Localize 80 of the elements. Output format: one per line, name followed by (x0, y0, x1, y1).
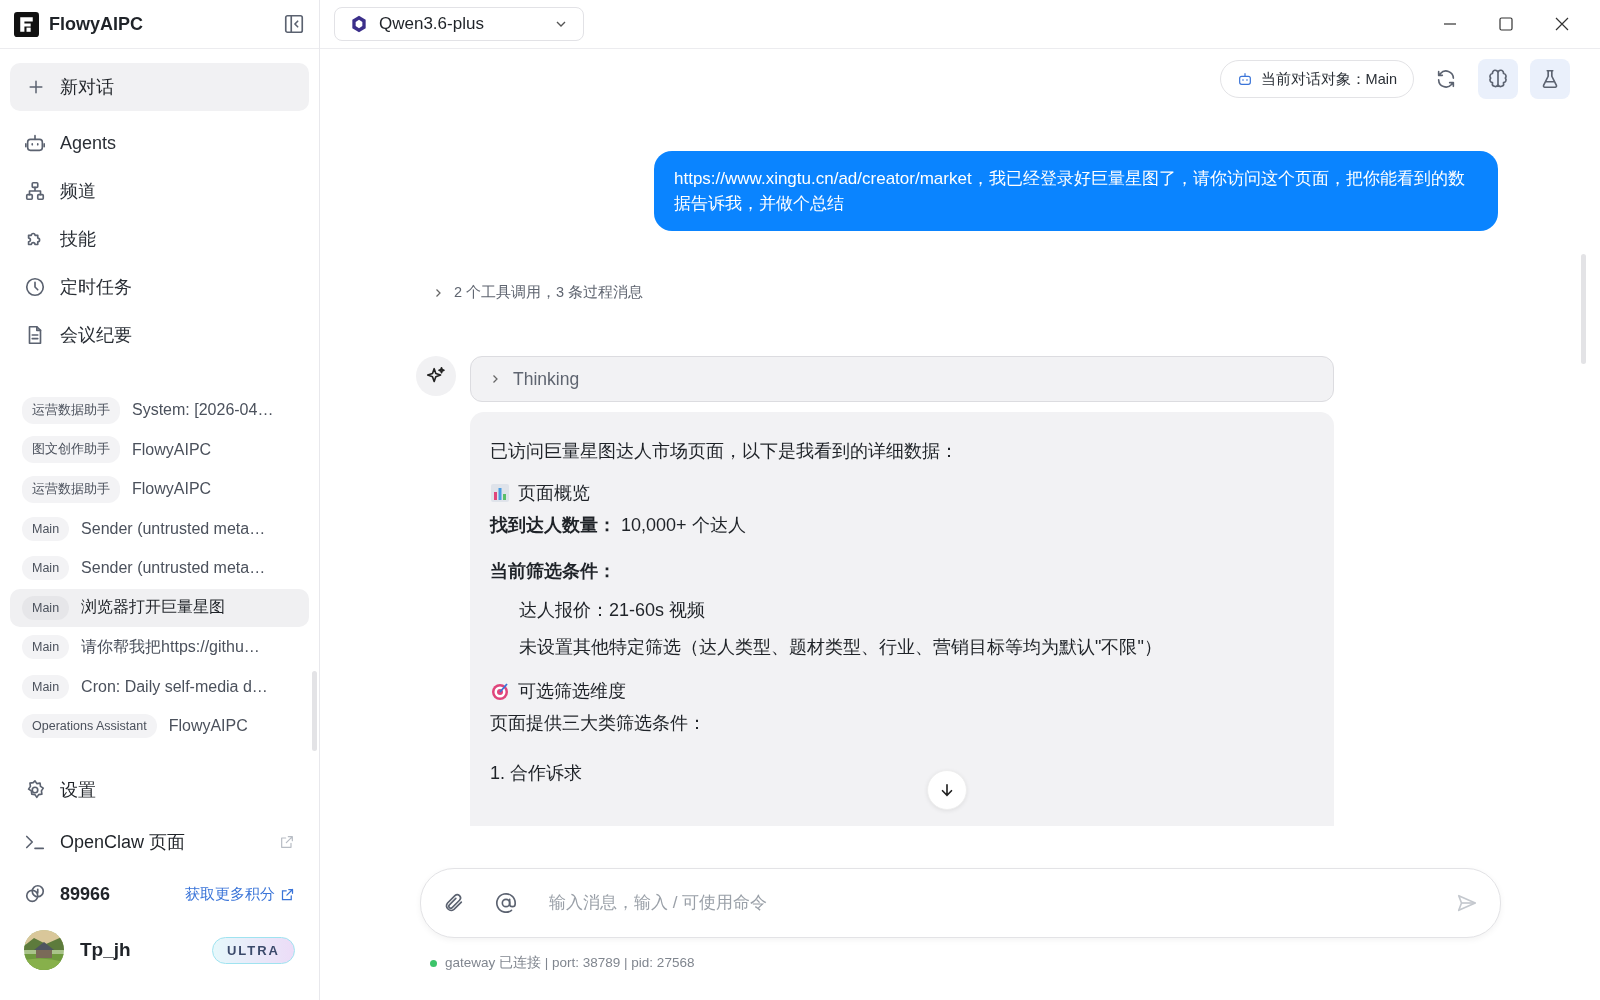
conversation-title: 请你帮我把https://githu… (81, 636, 260, 657)
agent-tag: Main (22, 556, 70, 581)
close-icon (1555, 17, 1569, 31)
answer-text: 已访问巨量星图达人市场页面，以下是我看到的详细数据： (490, 440, 958, 463)
answer-text: 页面提供三大类筛选条件： (490, 712, 706, 735)
brain-icon (1487, 68, 1509, 90)
external-link-icon (280, 886, 295, 902)
conversation-item[interactable]: 图文创作助手 FlowyAIPC (10, 430, 309, 469)
plan-badge: ULTRA (211, 936, 295, 964)
section-heading: 页面概览 (518, 482, 590, 505)
message-box[interactable]: 输入消息，输入 / 可使用命令 (420, 868, 1501, 938)
answer-text: 找到达人数量： 10,000+ 个达人 (490, 514, 746, 537)
conversation-title: Cron: Daily self-media d… (81, 677, 268, 696)
flask-button[interactable] (1530, 59, 1570, 99)
conversation-title: System: [2026-04… (132, 401, 274, 420)
chat-target-button[interactable]: 当前对话对象：Main (1219, 60, 1414, 98)
agent-tag: 图文创作助手 (22, 436, 120, 464)
section-label: 当前筛选条件： (490, 560, 616, 583)
robot-icon (24, 132, 46, 154)
conversation-title: FlowyAIPC (168, 717, 248, 736)
conversation-item[interactable]: Main Sender (untrusted meta… (10, 549, 309, 588)
conversation-title: Sender (untrusted meta… (81, 559, 266, 578)
conversation-item[interactable]: Main 浏览器打开巨量星图 (10, 588, 309, 627)
agent-tag: Main (22, 674, 70, 699)
nav-item[interactable]: 会议纪要 (0, 311, 319, 359)
refresh-icon (1435, 68, 1457, 90)
points-count: 89966 (60, 883, 112, 905)
status-text: gateway 已连接 | port: 38789 | pid: 27568 (445, 954, 695, 972)
message-input[interactable]: 输入消息，输入 / 可使用命令 (547, 892, 1426, 914)
conversation-title: Sender (untrusted meta… (81, 519, 266, 538)
nav-item[interactable]: 频道 (0, 167, 319, 215)
attach-button[interactable] (443, 892, 465, 914)
network-icon (24, 180, 46, 202)
get-points-link[interactable]: 获取更多积分 (185, 884, 295, 904)
agent-tag: 运营数据助手 (22, 475, 120, 503)
agent-tag: Main (22, 635, 70, 660)
tool-calls-toggle[interactable]: 2 个工具调用，3 条过程消息 (432, 283, 644, 302)
scrollbar[interactable] (312, 671, 317, 751)
thinking-toggle[interactable]: Thinking (470, 356, 1334, 402)
maximize-icon (1499, 17, 1513, 31)
nav-item[interactable]: 定时任务 (0, 263, 319, 311)
user-name: Tp_jh (80, 939, 132, 961)
agent-tag: 运营数据助手 (22, 396, 120, 424)
app-logo (14, 11, 39, 37)
model-logo (349, 14, 369, 34)
conversation-title: 浏览器打开巨量星图 (81, 597, 226, 618)
assistant-avatar (416, 356, 456, 396)
conversation-item[interactable]: Operations Assistant FlowyAIPC (10, 707, 309, 746)
bar-chart-icon (490, 483, 510, 503)
conversation-item[interactable]: Main Cron: Daily self-media d… (10, 667, 309, 706)
mention-button[interactable] (495, 892, 517, 914)
app-name: FlowyAIPC (49, 13, 144, 35)
list-item: 达人报价：21-60s 视频 (518, 599, 706, 622)
list-item: 未设置其他特定筛选（达人类型、题材类型、行业、营销目标等均为默认"不限"） (518, 636, 1162, 659)
conversation-item[interactable]: Main 请你帮我把https://githu… (10, 628, 309, 667)
scrollbar[interactable] (1581, 254, 1586, 364)
conversation-item[interactable]: 运营数据助手 FlowyAIPC (10, 470, 309, 509)
external-link-icon (279, 834, 295, 850)
user-message: https://www.xingtu.cn/ad/creator/market，我已经登录好巨量星图了，请你访问这个页面，把你能看到的数据告诉我，并做个总结 (654, 151, 1498, 231)
conversation-item[interactable]: Main Sender (untrusted meta… (10, 509, 309, 548)
nav-item[interactable]: Agents (0, 119, 319, 167)
openclaw-link[interactable]: OpenClaw 页面 (0, 816, 319, 868)
robot-icon (1236, 71, 1253, 87)
conversation-title: FlowyAIPC (132, 440, 212, 459)
conversation-title: FlowyAIPC (132, 480, 212, 499)
section-heading: 可选筛选维度 (518, 680, 626, 703)
target-icon (490, 681, 510, 701)
coins-icon (24, 883, 46, 905)
conversation-item[interactable]: 运营数据助手 System: [2026-04… (10, 391, 309, 430)
new-chat-button[interactable]: 新对话 (10, 63, 309, 111)
settings-item[interactable]: 设置 (0, 764, 319, 816)
agent-tag: Operations Assistant (22, 714, 157, 739)
nav-item[interactable]: 技能 (0, 215, 319, 263)
agent-tag: Main (22, 516, 70, 541)
sidebar-collapse-icon (283, 13, 305, 35)
numbered-item: 1. 合作诉求 (490, 762, 582, 785)
brain-button[interactable] (1478, 59, 1518, 99)
model-selector[interactable]: Qwen3.6-plus (334, 7, 584, 41)
clock-icon (24, 276, 46, 298)
agent-tag: Main (22, 595, 70, 620)
